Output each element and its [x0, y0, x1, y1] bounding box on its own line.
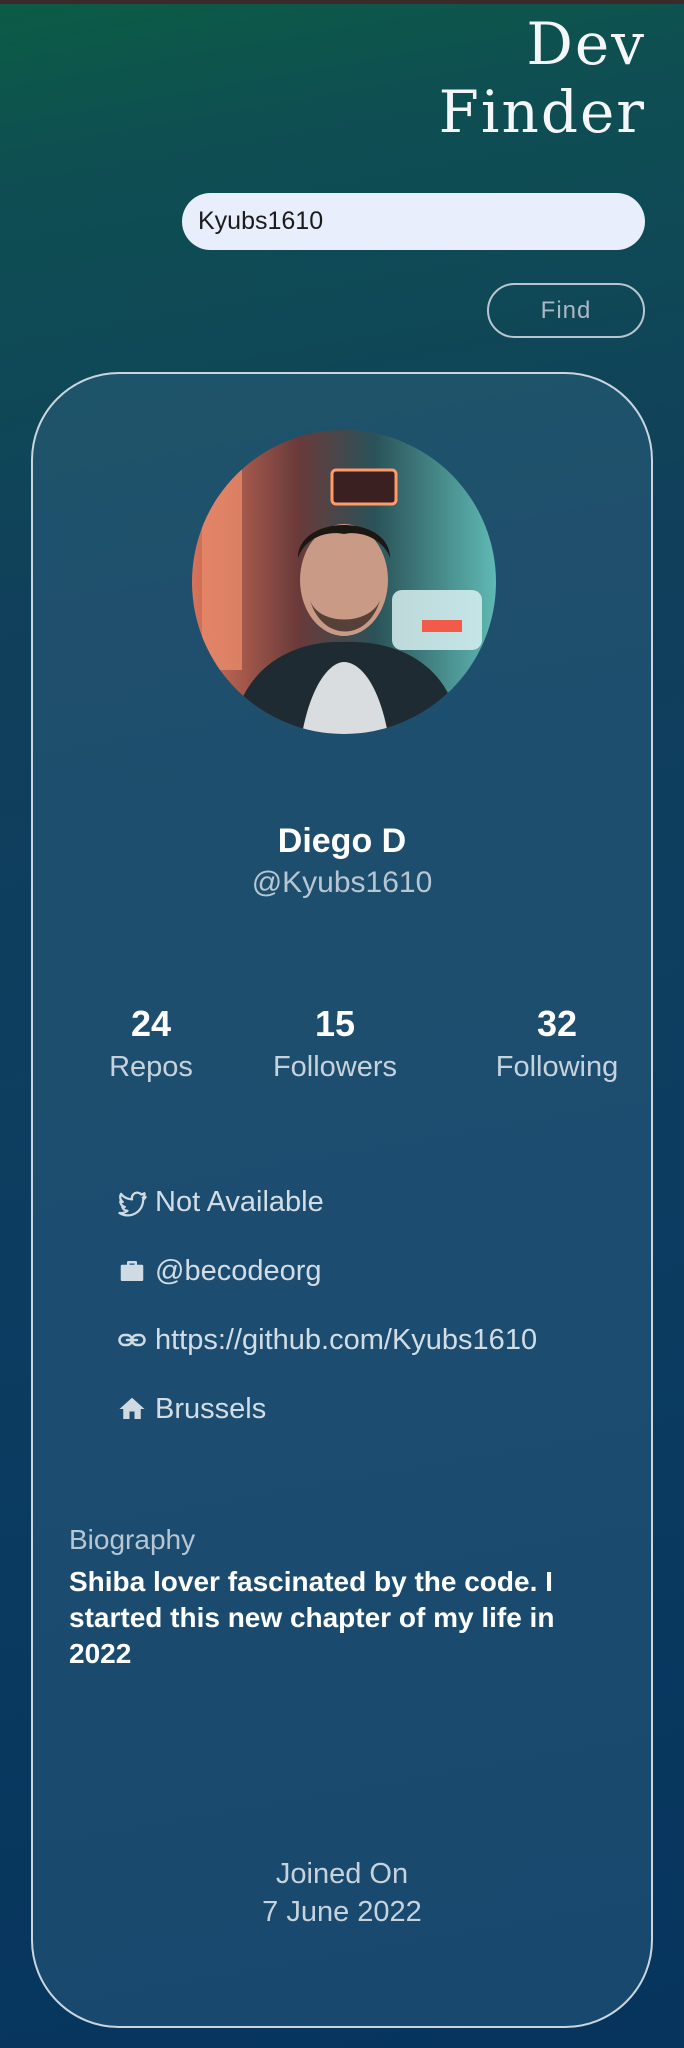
profile-username: @Kyubs1610 — [251, 866, 433, 899]
stat-repos: 24 Repos — [51, 1002, 251, 1086]
briefcase-icon — [117, 1256, 147, 1286]
info-blog-link[interactable]: https://github.com/Kyubs1610 — [155, 1324, 537, 1357]
bio-text: Shiba lover fascinated by the code. I st… — [69, 1566, 555, 1669]
stat-label: Followers — [272, 1051, 398, 1083]
profile-name: Diego D — [277, 822, 407, 860]
stat-value: 24 — [130, 1003, 172, 1044]
info-twitter-text: Not Available — [155, 1185, 324, 1218]
info-company: @becodeorg — [117, 1251, 322, 1291]
link-icon — [117, 1325, 147, 1355]
home-icon — [117, 1394, 147, 1424]
info-blog[interactable]: https://github.com/Kyubs1610 — [117, 1320, 537, 1360]
stat-value: 15 — [314, 1003, 356, 1044]
app-title: Dev Finder — [439, 10, 646, 146]
top-border — [0, 0, 684, 4]
profile-card: Diego D @Kyubs1610 24 Repos 15 Followers… — [31, 372, 653, 2028]
avatar — [192, 430, 496, 734]
username-search-input[interactable] — [182, 193, 645, 250]
avatar-image — [192, 430, 496, 734]
info-company-text: @becodeorg — [155, 1254, 322, 1287]
stat-label: Repos — [109, 1051, 193, 1083]
info-location: Brussels — [117, 1389, 266, 1429]
info-twitter: Not Available — [117, 1182, 324, 1222]
app-title-line-1: Dev — [526, 10, 646, 78]
twitter-icon — [117, 1187, 147, 1217]
joined-date: 7 June 2022 — [262, 1896, 422, 1928]
find-button[interactable]: Find — [487, 283, 645, 338]
bio-heading: Biography — [69, 1524, 196, 1555]
stat-following: 32 Following — [457, 1002, 657, 1086]
joined-label: Joined On — [275, 1858, 409, 1890]
stat-label: Following — [495, 1051, 619, 1083]
info-location-text: Brussels — [155, 1392, 267, 1425]
app-title-line-2: Finder — [438, 78, 646, 146]
stat-value: 32 — [536, 1003, 578, 1044]
stat-followers: 15 Followers — [235, 1002, 435, 1086]
